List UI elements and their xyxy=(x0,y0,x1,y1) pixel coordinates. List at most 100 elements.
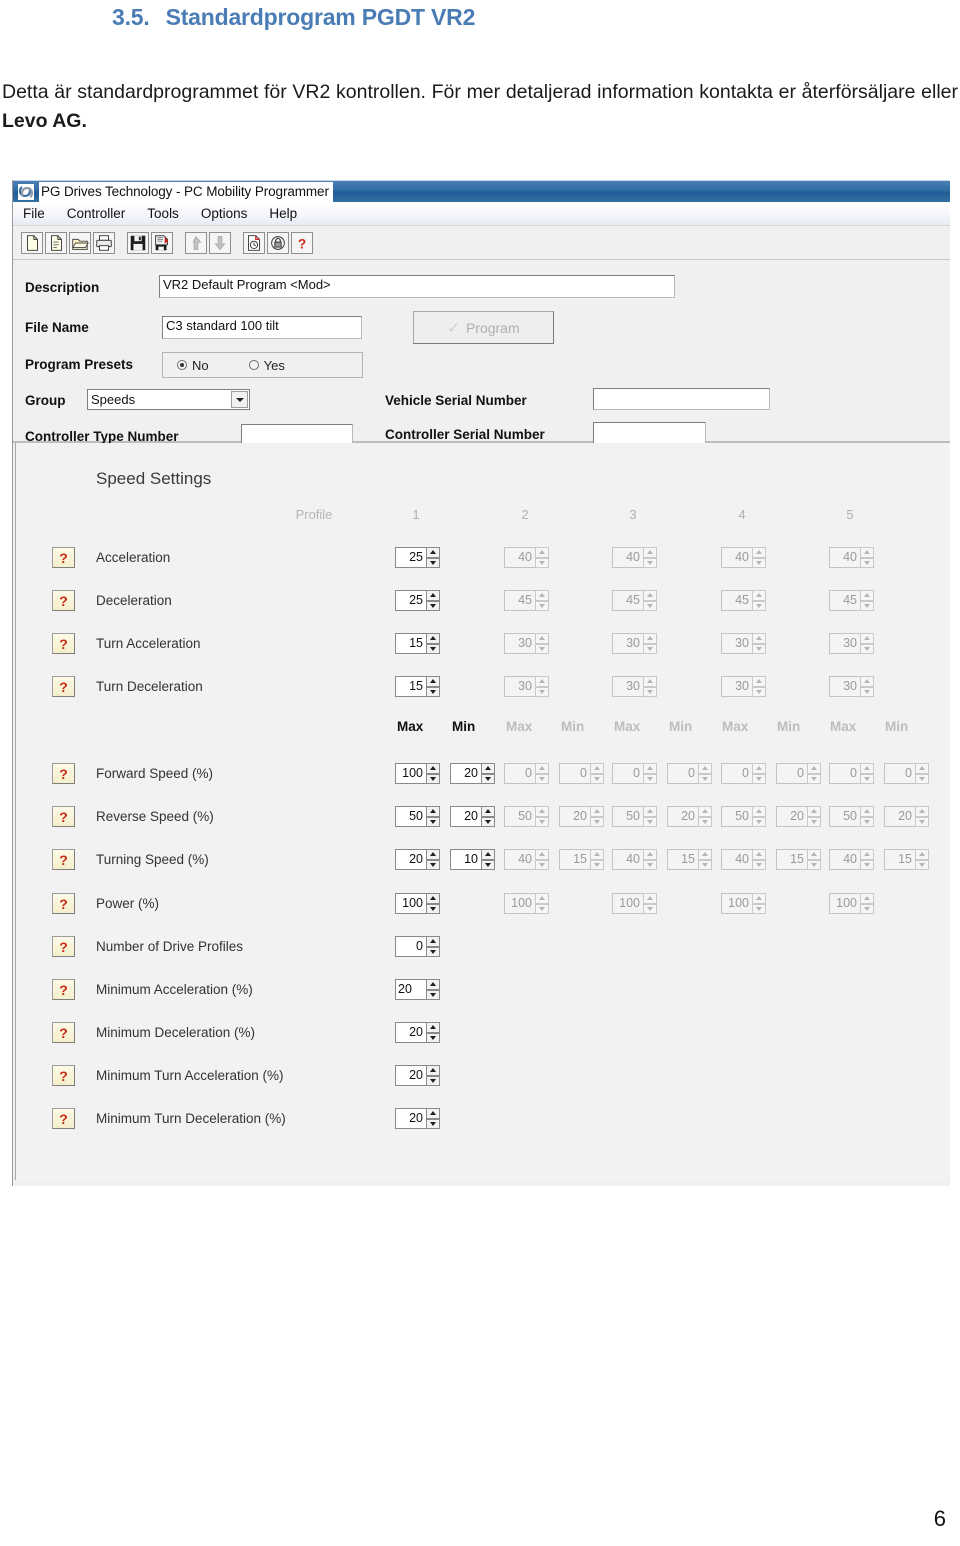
help-icon-minimum-turn-acceleration[interactable]: ? xyxy=(52,1065,75,1086)
spinner-minimum-turn-deceleration[interactable]: 20 xyxy=(395,1108,440,1129)
spinner-acceleration-p5[interactable]: 40 xyxy=(829,547,874,568)
spinner-forward-speed-p4-min[interactable]: 0 xyxy=(776,763,821,784)
spinner-value[interactable]: 0 xyxy=(559,763,590,784)
spinner-buttons[interactable] xyxy=(426,936,440,957)
help-icon-reverse-speed[interactable]: ? xyxy=(52,806,75,827)
spinner-value[interactable]: 30 xyxy=(829,633,860,654)
spinner-turn-acceleration-p3[interactable]: 30 xyxy=(612,633,657,654)
spinner-turning-speed-p1-min[interactable]: 10 xyxy=(450,849,495,870)
spinner-buttons[interactable] xyxy=(535,547,549,568)
spinner-value[interactable]: 40 xyxy=(721,547,752,568)
spinner-value[interactable]: 50 xyxy=(829,806,860,827)
controller-serial-number-input[interactable] xyxy=(593,422,706,444)
spinner-reverse-speed-p2-min[interactable]: 20 xyxy=(559,806,604,827)
spinner-value[interactable]: 40 xyxy=(612,849,643,870)
spinner-value[interactable]: 30 xyxy=(721,633,752,654)
filename-input[interactable]: C3 standard 100 tilt xyxy=(162,316,362,339)
open-document-icon[interactable] xyxy=(45,231,67,254)
spinner-value[interactable]: 0 xyxy=(612,763,643,784)
group-select[interactable]: Speeds xyxy=(87,389,250,410)
spinner-buttons[interactable] xyxy=(426,547,440,568)
vehicle-serial-number-input[interactable] xyxy=(593,388,770,410)
spinner-turn-acceleration-p4[interactable]: 30 xyxy=(721,633,766,654)
spinner-buttons[interactable] xyxy=(752,763,766,784)
spinner-forward-speed-p1-min[interactable]: 20 xyxy=(450,763,495,784)
menu-item-file[interactable]: File xyxy=(23,206,45,221)
help-icon-power[interactable]: ? xyxy=(52,893,75,914)
spinner-value[interactable]: 25 xyxy=(395,547,426,568)
spinner-value[interactable]: 100 xyxy=(829,893,860,914)
spinner-value[interactable]: 50 xyxy=(504,806,535,827)
description-input[interactable]: VR2 Default Program <Mod> xyxy=(159,275,675,298)
spinner-value[interactable]: 0 xyxy=(395,936,426,957)
help-icon-number-of-drive-profiles[interactable]: ? xyxy=(52,936,75,957)
spinner-turning-speed-p4-max[interactable]: 40 xyxy=(721,849,766,870)
spinner-deceleration-p2[interactable]: 45 xyxy=(504,590,549,611)
spinner-value[interactable]: 45 xyxy=(829,590,860,611)
spinner-buttons[interactable] xyxy=(535,633,549,654)
menu-item-options[interactable]: Options xyxy=(201,206,248,221)
spinner-buttons[interactable] xyxy=(643,849,657,870)
spinner-value[interactable]: 100 xyxy=(504,893,535,914)
spinner-turning-speed-p5-max[interactable]: 40 xyxy=(829,849,874,870)
spinner-forward-speed-p3-max[interactable]: 0 xyxy=(612,763,657,784)
spinner-buttons[interactable] xyxy=(860,893,874,914)
spinner-turning-speed-p3-min[interactable]: 15 xyxy=(667,849,712,870)
spinner-minimum-deceleration[interactable]: 20 xyxy=(395,1022,440,1043)
spinner-value[interactable]: 0 xyxy=(884,763,915,784)
spinner-buttons[interactable] xyxy=(426,806,440,827)
spinner-acceleration-p2[interactable]: 40 xyxy=(504,547,549,568)
spinner-buttons[interactable] xyxy=(535,893,549,914)
spinner-buttons[interactable] xyxy=(807,806,821,827)
help-icon-minimum-turn-deceleration[interactable]: ? xyxy=(52,1108,75,1129)
help-icon-turn-acceleration[interactable]: ? xyxy=(52,633,75,654)
spinner-value[interactable]: 40 xyxy=(829,849,860,870)
spinner-buttons[interactable] xyxy=(426,763,440,784)
spinner-value[interactable]: 30 xyxy=(504,676,535,697)
spinner-reverse-speed-p4-min[interactable]: 20 xyxy=(776,806,821,827)
spinner-reverse-speed-p1-min[interactable]: 20 xyxy=(450,806,495,827)
spinner-buttons[interactable] xyxy=(535,676,549,697)
spinner-value[interactable]: 40 xyxy=(504,849,535,870)
spinner-turning-speed-p1-max[interactable]: 20 xyxy=(395,849,440,870)
spinner-value[interactable]: 40 xyxy=(504,547,535,568)
spinner-buttons[interactable] xyxy=(426,893,440,914)
spinner-forward-speed-p2-max[interactable]: 0 xyxy=(504,763,549,784)
spinner-value[interactable]: 0 xyxy=(667,763,698,784)
spinner-value[interactable]: 40 xyxy=(612,547,643,568)
spinner-value[interactable]: 15 xyxy=(776,849,807,870)
spinner-buttons[interactable] xyxy=(643,763,657,784)
spinner-minimum-acceleration[interactable]: 20 xyxy=(395,979,440,1000)
spinner-turn-deceleration-p4[interactable]: 30 xyxy=(721,676,766,697)
spinner-power-p5[interactable]: 100 xyxy=(829,893,874,914)
spinner-acceleration-p4[interactable]: 40 xyxy=(721,547,766,568)
spinner-value[interactable]: 0 xyxy=(721,763,752,784)
spinner-turn-deceleration-p1[interactable]: 15 xyxy=(395,676,440,697)
spinner-power-p2[interactable]: 100 xyxy=(504,893,549,914)
spinner-deceleration-p5[interactable]: 45 xyxy=(829,590,874,611)
radio-presets-no[interactable]: No xyxy=(177,358,209,373)
spinner-value[interactable]: 20 xyxy=(395,1108,426,1129)
spinner-value[interactable]: 20 xyxy=(450,806,481,827)
spinner-value[interactable]: 30 xyxy=(721,676,752,697)
spinner-buttons[interactable] xyxy=(752,806,766,827)
spinner-buttons[interactable] xyxy=(698,806,712,827)
spinner-value[interactable]: 20 xyxy=(450,763,481,784)
spinner-turn-acceleration-p2[interactable]: 30 xyxy=(504,633,549,654)
spinner-forward-speed-p5-min[interactable]: 0 xyxy=(884,763,929,784)
spinner-buttons[interactable] xyxy=(590,849,604,870)
help-icon-minimum-acceleration[interactable]: ? xyxy=(52,979,75,1000)
spinner-buttons[interactable] xyxy=(426,1022,440,1043)
spinner-value[interactable]: 20 xyxy=(395,849,426,870)
spinner-value[interactable]: 30 xyxy=(612,676,643,697)
spinner-forward-speed-p3-min[interactable]: 0 xyxy=(667,763,712,784)
spinner-buttons[interactable] xyxy=(643,676,657,697)
spinner-power-p1[interactable]: 100 xyxy=(395,893,440,914)
spinner-deceleration-p3[interactable]: 45 xyxy=(612,590,657,611)
spinner-value[interactable]: 15 xyxy=(395,633,426,654)
spinner-reverse-speed-p5-max[interactable]: 50 xyxy=(829,806,874,827)
spinner-value[interactable]: 45 xyxy=(721,590,752,611)
spinner-value[interactable]: 0 xyxy=(504,763,535,784)
spinner-forward-speed-p5-max[interactable]: 0 xyxy=(829,763,874,784)
spinner-value[interactable]: 30 xyxy=(504,633,535,654)
